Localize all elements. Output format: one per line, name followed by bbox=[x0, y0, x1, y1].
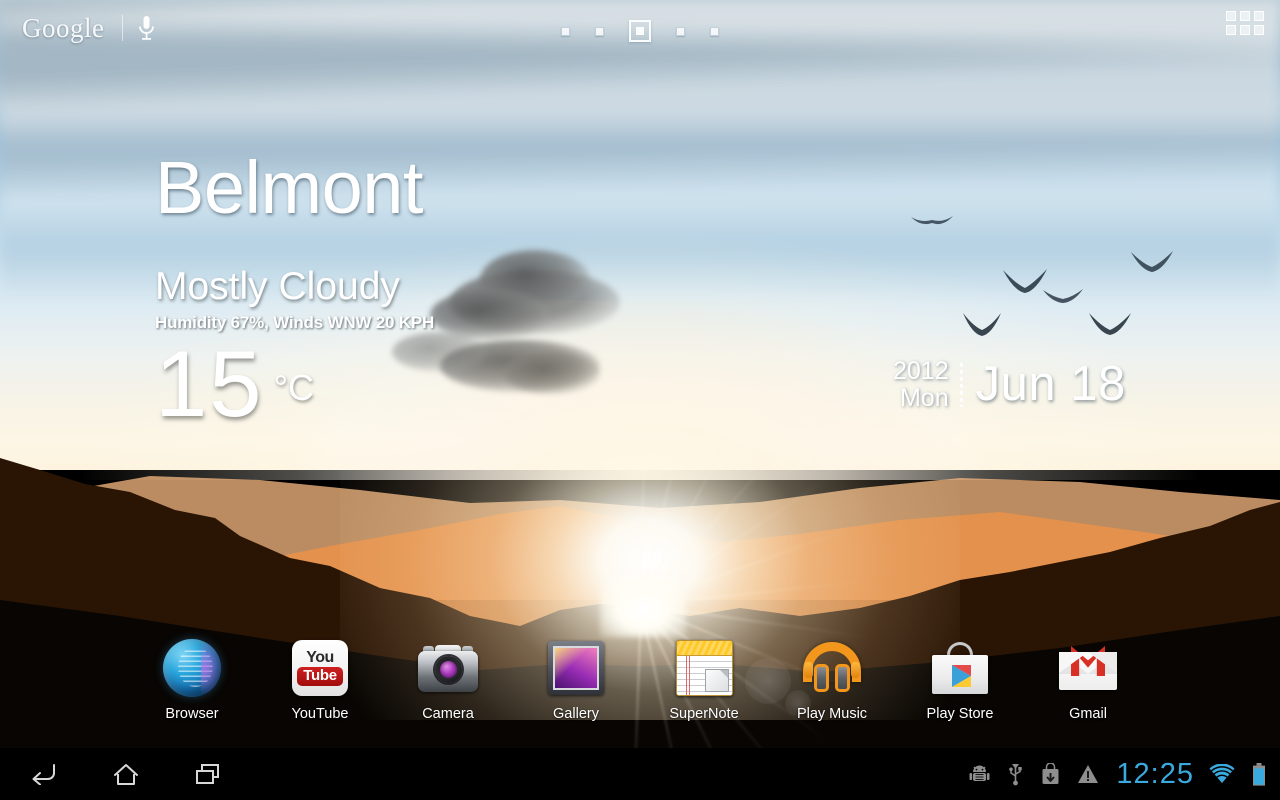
home-button[interactable] bbox=[104, 752, 148, 796]
cloud-puff bbox=[505, 352, 600, 394]
date-year: 2012 bbox=[893, 357, 949, 385]
weather-unit: °C bbox=[273, 366, 314, 408]
google-logo[interactable]: Google bbox=[14, 14, 122, 42]
play-music-icon bbox=[801, 637, 863, 699]
status-icons: 12:25 bbox=[969, 759, 1280, 789]
dock-item-gmail[interactable]: Gmail bbox=[1024, 637, 1152, 722]
camera-icon bbox=[417, 637, 479, 699]
dock-item-supernote[interactable]: SuperNote bbox=[640, 637, 768, 722]
battery-icon[interactable] bbox=[1252, 762, 1266, 786]
system-navigation-bar: 12:25 bbox=[0, 748, 1280, 800]
dock-label: Play Store bbox=[926, 706, 994, 722]
gallery-icon bbox=[545, 637, 607, 699]
supernote-icon bbox=[673, 637, 735, 699]
date-divider bbox=[959, 362, 963, 407]
page-dot[interactable] bbox=[676, 26, 685, 36]
dock-item-gallery[interactable]: Gallery bbox=[512, 637, 640, 722]
weather-temperature-row: 15 °C bbox=[155, 330, 434, 436]
dock-label: Browser bbox=[165, 706, 219, 722]
dock-item-play-music[interactable]: Play Music bbox=[768, 637, 896, 722]
usb-icon[interactable] bbox=[1007, 763, 1024, 786]
page-dot[interactable] bbox=[710, 26, 719, 36]
dock-label: SuperNote bbox=[669, 706, 739, 722]
date-widget[interactable]: 2012 Mon Jun 18 bbox=[893, 358, 1126, 411]
weather-details: Humidity 67%, Winds WNW 20 KPH bbox=[155, 312, 435, 332]
dock-label: Gallery bbox=[553, 706, 599, 722]
voice-search-button[interactable] bbox=[123, 11, 169, 45]
weather-condition: Mostly Cloudy bbox=[155, 264, 400, 308]
home-icon bbox=[114, 764, 138, 785]
android-debug-icon[interactable] bbox=[969, 764, 990, 785]
date-month-day: Jun 18 bbox=[975, 357, 1126, 411]
app-dock: Browser You Tube YouTube Camera Gallery … bbox=[0, 637, 1280, 747]
dock-label: YouTube bbox=[291, 706, 349, 722]
status-clock[interactable]: 12:25 bbox=[1116, 759, 1194, 789]
date-weekday: Mon bbox=[899, 383, 949, 412]
apps-grid-icon[interactable] bbox=[1226, 11, 1264, 35]
grid-cell bbox=[1254, 25, 1264, 35]
grid-cell bbox=[1226, 11, 1236, 21]
date-year-day: 2012 Mon bbox=[893, 358, 960, 411]
dock-label: Play Music bbox=[796, 706, 868, 722]
page-dot-active[interactable] bbox=[629, 20, 651, 42]
grid-cell bbox=[1254, 11, 1264, 21]
download-icon[interactable] bbox=[1041, 763, 1060, 785]
microphone-icon bbox=[139, 16, 154, 40]
google-search-widget[interactable]: Google bbox=[14, 10, 169, 46]
dock-label: Camera bbox=[422, 706, 474, 722]
back-button[interactable] bbox=[22, 752, 66, 796]
recent-apps-button[interactable] bbox=[186, 752, 230, 796]
page-indicator bbox=[561, 20, 719, 42]
youtube-you-text: You bbox=[306, 649, 334, 667]
dock-item-play-store[interactable]: Play Store bbox=[896, 637, 1024, 722]
dock-item-browser[interactable]: Browser bbox=[128, 637, 256, 722]
grid-cell bbox=[1240, 11, 1250, 21]
back-arrow-icon bbox=[32, 764, 55, 785]
recent-apps-icon bbox=[196, 764, 219, 784]
sun-core bbox=[600, 575, 686, 637]
grid-cell bbox=[1240, 25, 1250, 35]
grid-cell bbox=[1226, 25, 1236, 35]
weather-city: Belmont bbox=[155, 146, 423, 229]
dock-label: Gmail bbox=[1069, 706, 1107, 722]
page-dot[interactable] bbox=[561, 26, 570, 36]
browser-icon bbox=[161, 637, 223, 699]
dock-item-camera[interactable]: Camera bbox=[384, 637, 512, 722]
dock-item-youtube[interactable]: You Tube YouTube bbox=[256, 637, 384, 722]
warning-icon[interactable] bbox=[1077, 764, 1099, 784]
gmail-icon bbox=[1057, 637, 1119, 699]
page-dot[interactable] bbox=[595, 26, 604, 36]
nav-buttons bbox=[0, 752, 230, 796]
youtube-icon: You Tube bbox=[289, 637, 351, 699]
android-home-screen: Google Belmont Mostly Cloudy Humidity 67… bbox=[0, 0, 1280, 800]
wifi-icon[interactable] bbox=[1209, 764, 1235, 784]
weather-widget[interactable]: Belmont Mostly Cloudy Humidity 67%, Wind… bbox=[155, 146, 435, 436]
play-store-icon bbox=[929, 637, 991, 699]
youtube-tube-text: Tube bbox=[297, 667, 343, 686]
weather-temperature: 15 bbox=[155, 330, 264, 436]
